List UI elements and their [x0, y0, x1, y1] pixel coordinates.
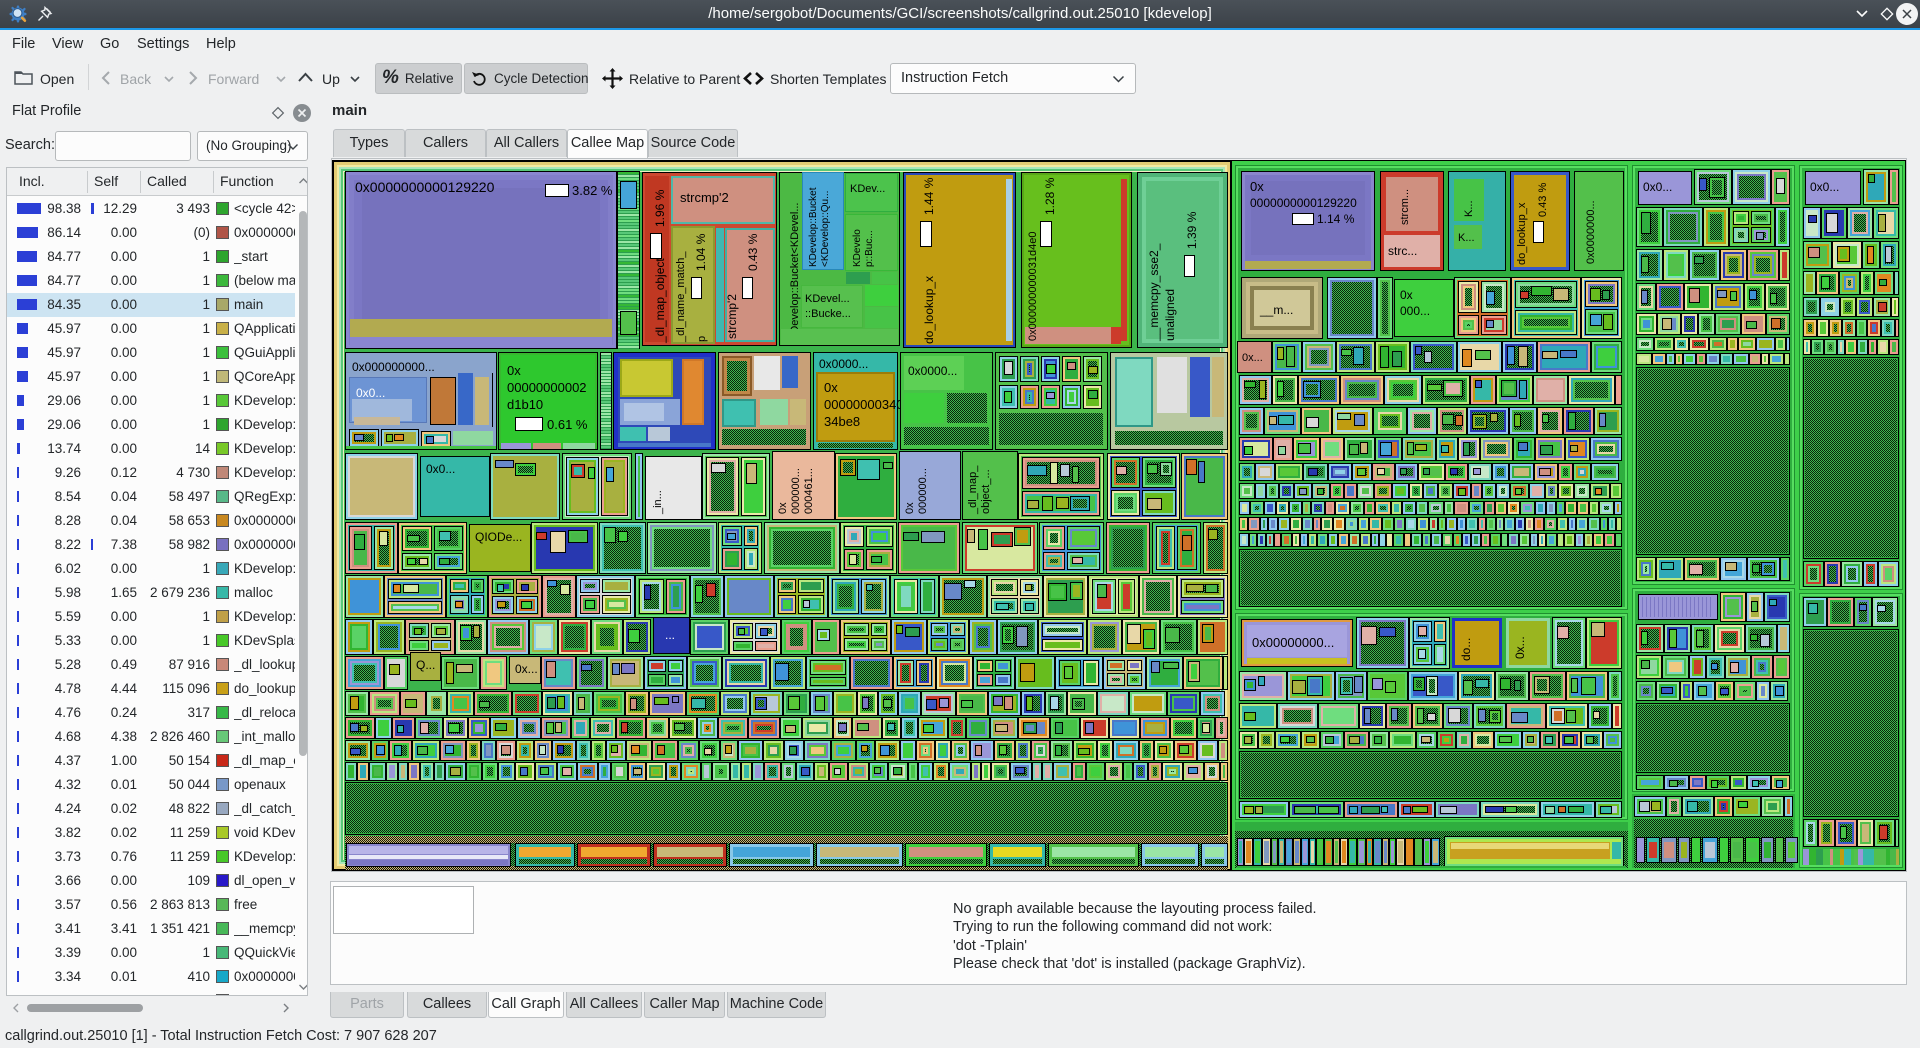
svg-text:000000...: 000000...: [790, 468, 802, 514]
svg-text:0x0000000000129220: 0x0000000000129220: [355, 179, 495, 195]
svg-text:0x...: 0x...: [1242, 352, 1263, 364]
svg-text:0x0000000...: 0x0000000...: [1585, 200, 1597, 264]
svg-text:0x00000000...: 0x00000000...: [1252, 635, 1334, 650]
svg-text:1.14 %: 1.14 %: [1317, 212, 1355, 226]
svg-text:KDevelop::Bucket: KDevelop::Bucket: [808, 187, 819, 267]
svg-text:0x0000...: 0x0000...: [908, 364, 957, 378]
svg-text:0x0...: 0x0...: [1643, 180, 1672, 194]
svg-text:0x: 0x: [824, 380, 838, 395]
svg-text:_in...: _in...: [652, 490, 664, 515]
svg-text:strc...: strc...: [1388, 244, 1417, 258]
svg-text:<KDevelop::Qu...: <KDevelop::Qu...: [820, 191, 831, 267]
svg-text:1.96 %: 1.96 %: [653, 189, 667, 227]
svg-text:unaligned: unaligned: [1163, 289, 1177, 341]
svg-text:strcmp'2: strcmp'2: [725, 294, 739, 339]
svg-text:K...: K...: [1458, 232, 1475, 244]
svg-text:0x: 0x: [507, 363, 521, 378]
svg-text:0x000000000...: 0x000000000...: [352, 360, 435, 374]
svg-text:0x0...: 0x0...: [1810, 180, 1839, 194]
svg-text:...: ...: [665, 628, 675, 642]
svg-text:0x: 0x: [1400, 288, 1413, 302]
svg-text:0x0...: 0x0...: [426, 462, 455, 476]
svg-text:Q...: Q...: [416, 658, 435, 672]
svg-text:strcm...: strcm...: [1399, 189, 1411, 225]
svg-text:00000000340: 00000000340: [824, 397, 904, 412]
svg-text:0x: 0x: [777, 502, 789, 514]
svg-text:0.43 %: 0.43 %: [1537, 183, 1549, 217]
svg-text:1.39 %: 1.39 %: [1185, 211, 1199, 249]
svg-text:0x: 0x: [1250, 179, 1264, 194]
svg-text:__memcpy_sse2_: __memcpy_sse2_: [1147, 243, 1161, 342]
svg-text:QIODe...: QIODe...: [475, 530, 522, 544]
svg-text:do_lookup_x: do_lookup_x: [922, 276, 936, 344]
svg-text:__m...: __m...: [1259, 303, 1293, 317]
svg-text:0x...: 0x...: [515, 662, 538, 676]
svg-text:0.61 %: 0.61 %: [547, 417, 588, 432]
svg-text:_dl_map_: _dl_map_: [967, 465, 979, 515]
svg-text:0x: 0x: [904, 502, 916, 514]
svg-text:3.82 %: 3.82 %: [572, 183, 613, 198]
svg-text:0x0000...: 0x0000...: [819, 357, 868, 371]
svg-text:_dl_name_match_: _dl_name_match_: [675, 251, 687, 343]
svg-text:_dl_map_object: _dl_map_object: [653, 258, 667, 344]
svg-text:p: p: [696, 336, 708, 342]
svg-text:0x000000000031d4e0: 0x000000000031d4e0: [1027, 231, 1039, 341]
svg-text:object_...: object_...: [980, 469, 992, 514]
svg-text:do_lookup_x: do_lookup_x: [1516, 202, 1528, 265]
svg-text:do...: do...: [1459, 638, 1473, 661]
svg-text:p::Buc...: p::Buc...: [864, 230, 875, 267]
svg-text:1.04 %: 1.04 %: [694, 233, 708, 271]
svg-text:d1b10: d1b10: [507, 397, 543, 412]
svg-text:34be8: 34be8: [824, 414, 860, 429]
svg-text:0x0...: 0x0...: [356, 386, 385, 400]
svg-text:000000...: 000000...: [917, 468, 929, 514]
svg-text:KDevelop::Bucket<KDevel...: KDevelop::Bucket<KDevel...: [789, 203, 801, 342]
svg-text:KDevelo: KDevelo: [852, 229, 863, 267]
svg-text:000...: 000...: [1400, 304, 1430, 318]
svg-text:00000000002: 00000000002: [507, 380, 587, 395]
svg-text:0.43 %: 0.43 %: [746, 233, 760, 271]
svg-text:0000000000129220: 0000000000129220: [1250, 196, 1357, 210]
svg-text:1.44 %: 1.44 %: [922, 177, 936, 215]
svg-text:KDev...: KDev...: [850, 183, 885, 195]
svg-text:1.28 %: 1.28 %: [1043, 177, 1057, 215]
svg-text:::Bucke...: ::Bucke...: [805, 308, 851, 320]
svg-text:K...: K...: [1463, 200, 1475, 217]
svg-text:000461...: 000461...: [803, 468, 815, 514]
svg-text:KDevel...: KDevel...: [805, 293, 850, 305]
svg-text:strcmp'2: strcmp'2: [680, 190, 729, 205]
svg-text:0x...: 0x...: [1513, 636, 1527, 659]
